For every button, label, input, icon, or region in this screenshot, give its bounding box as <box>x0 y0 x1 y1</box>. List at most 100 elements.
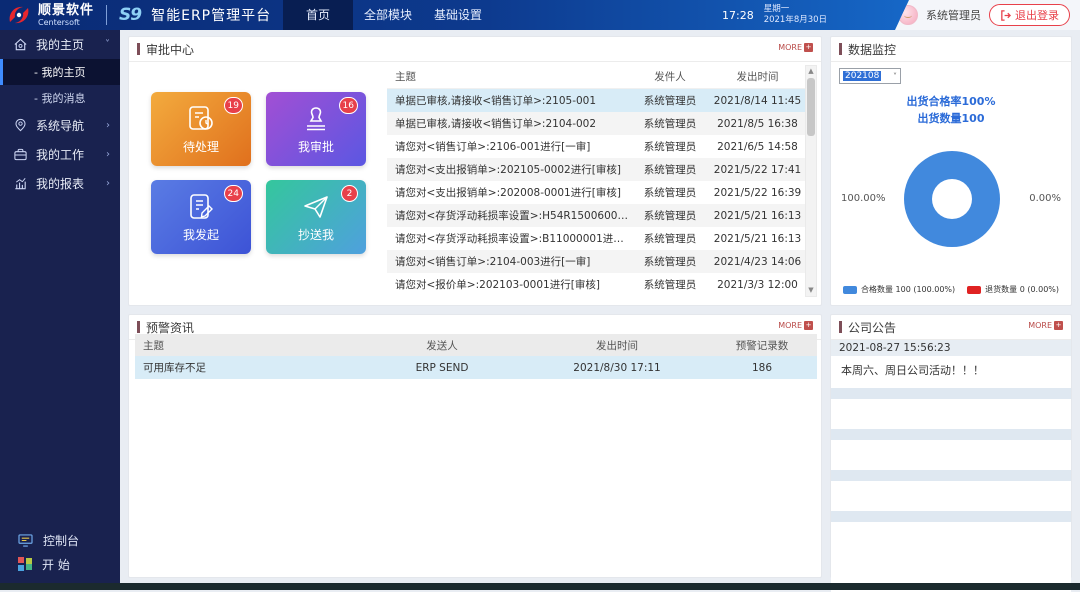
announcement-empty-row <box>831 399 1071 429</box>
col-time: 发出时间 <box>527 338 707 353</box>
more-label: MORE <box>778 321 802 330</box>
pass-rate-text: 出货合格率100% <box>831 93 1071 110</box>
scroll-down-arrow[interactable]: ▼ <box>806 285 816 296</box>
donut-hole <box>932 179 972 219</box>
sidebar-item-my-home[interactable]: 我的主页 ˅ <box>0 30 120 59</box>
announcement-empty-row <box>831 481 1071 511</box>
table-row[interactable]: 请您对<存货浮动耗损率设置>:B11000001进行[审核] 系统管理员 202… <box>387 227 805 250</box>
approval-scrollbar[interactable]: ▲ ▼ <box>805 65 817 297</box>
legend-label: 退货数量 0 (0.00%) <box>985 284 1059 295</box>
more-grid-icon: + <box>804 43 813 52</box>
table-row[interactable]: 请您对<报价单>:202103-0001进行[审核] 系统管理员 2021/3/… <box>387 273 805 296</box>
approval-table-header: 主题 发件人 发出时间 <box>387 65 805 89</box>
row-sender: 系统管理员 <box>630 162 710 177</box>
row-subject: 请您对<支出报销单>:202008-0001进行[审核] <box>387 185 630 200</box>
row-time: 2021/5/22 16:39 <box>710 187 805 199</box>
pin-icon <box>13 118 28 133</box>
data-monitor-title: 数据监控 <box>848 41 896 58</box>
chart-legend: 合格数量 100 (100.00%) 退货数量 0 (0.00%) <box>831 284 1071 295</box>
briefcase-icon <box>13 147 28 162</box>
alerts-table-header: 主题 发送人 发出时间 预警记录数 <box>135 334 817 356</box>
nav-all-modules[interactable]: 全部模块 <box>353 0 423 30</box>
alert-row[interactable]: 可用库存不足 ERP SEND 2021/8/30 17:11 186 <box>135 356 817 379</box>
console-icon <box>18 534 33 547</box>
col-count: 预警记录数 <box>707 338 817 353</box>
cc-count-badge: 2 <box>341 185 358 202</box>
nav-home[interactable]: 首页 <box>283 0 353 30</box>
approval-more-button[interactable]: MORE + <box>778 43 813 52</box>
tile-label: 我发起 <box>183 226 219 243</box>
row-sender: 系统管理员 <box>630 116 710 131</box>
alerts-more-button[interactable]: MORE + <box>778 321 813 330</box>
row-time: 2021/8/14 11:45 <box>710 95 805 107</box>
tile-my-approvals[interactable]: 16 我审批 <box>266 92 366 166</box>
sidebar-item-system-nav[interactable]: 系统导航 › <box>0 111 120 140</box>
logout-button[interactable]: 退出登录 <box>989 4 1070 26</box>
announcement-content[interactable]: 本周六、周日公司活动！！！ <box>831 356 1071 388</box>
table-row[interactable]: 请您对<支出报销单>:202008-0001进行[审核] 系统管理员 2021/… <box>387 181 805 204</box>
username-label: 系统管理员 <box>926 7 981 23</box>
scroll-thumb[interactable] <box>807 78 815 136</box>
alerts-title: 预警资讯 <box>146 319 194 336</box>
row-sender: 系统管理员 <box>630 93 710 108</box>
tile-label: 待处理 <box>183 138 219 155</box>
alert-subject: 可用库存不足 <box>135 360 357 375</box>
clock-area: 17:28 星期一 2021年8月30日 <box>722 0 827 30</box>
announcement-empty-row <box>831 511 1071 522</box>
tile-cc-to-me[interactable]: 2 抄送我 <box>266 180 366 254</box>
approval-center-panel: 审批中心 MORE + 19 待处理 16 我审批 24 我发起 2 抄送我 <box>128 36 822 306</box>
logo-en: Centersoft <box>38 19 94 27</box>
table-row[interactable]: 单据已审核,请接收<销售订单>:2105-001 系统管理员 2021/8/14… <box>387 89 805 112</box>
announcement-empty-row <box>831 470 1071 481</box>
period-select[interactable]: 202108 ˅ <box>839 68 901 84</box>
scroll-up-arrow[interactable]: ▲ <box>806 66 816 77</box>
sidebar-item-my-reports[interactable]: 我的报表 › <box>0 169 120 198</box>
start-button[interactable]: 开 始 <box>0 552 120 576</box>
chart-icon <box>13 176 28 191</box>
console-button[interactable]: 控制台 <box>0 528 120 552</box>
user-area: 系统管理员 退出登录 <box>895 0 1080 30</box>
row-time: 2021/5/22 17:41 <box>710 164 805 176</box>
legend-label: 合格数量 100 (100.00%) <box>861 284 955 295</box>
table-row[interactable]: 请您对<销售订单>:2104-003进行[一审] 系统管理员 2021/4/23… <box>387 250 805 273</box>
pending-doc-clock-icon <box>186 104 216 134</box>
row-subject: 请您对<销售订单>:2104-003进行[一审] <box>387 254 630 269</box>
chevron-right-icon: › <box>106 120 110 131</box>
chevron-down-icon: ˅ <box>893 72 897 81</box>
row-time: 2021/8/5 16:38 <box>710 118 805 130</box>
sidebar-item-label: 系统导航 <box>36 117 84 134</box>
approval-center-title: 审批中心 <box>146 41 194 58</box>
table-row[interactable]: 请您对<销售订单>:2106-001进行[一审] 系统管理员 2021/6/5 … <box>387 135 805 158</box>
sidebar-subitem-my-home[interactable]: - 我的主页 <box>0 59 120 85</box>
table-row[interactable]: 请您对<支出报销单>:202105-0002进行[审核] 系统管理员 2021/… <box>387 158 805 181</box>
sidebar-item-my-work[interactable]: 我的工作 › <box>0 140 120 169</box>
sidebar-subitem-my-messages[interactable]: - 我的消息 <box>0 85 120 111</box>
stamp-icon <box>301 104 331 134</box>
nav-basic-settings[interactable]: 基础设置 <box>423 0 493 30</box>
user-avatar[interactable] <box>898 5 918 25</box>
row-subject: 请您对<存货浮动耗损率设置>:H54R15006002进行[审核] <box>387 208 630 223</box>
row-sender: 系统管理员 <box>630 254 710 269</box>
announcement-date: 2021-08-27 15:56:23 <box>831 340 1071 356</box>
period-value: 202108 <box>843 71 881 81</box>
table-row[interactable]: 单据已审核,请接收<销售订单>:2104-002 系统管理员 2021/8/5 … <box>387 112 805 135</box>
alert-sender: ERP SEND <box>357 362 527 374</box>
col-subject: 主题 <box>135 338 357 353</box>
row-subject: 请您对<销售订单>:2106-001进行[一审] <box>387 139 630 154</box>
start-icon <box>18 557 32 571</box>
announcements-more-button[interactable]: MORE + <box>1028 321 1063 330</box>
tile-initiated-by-me[interactable]: 24 我发起 <box>151 180 251 254</box>
row-time: 2021/4/23 14:06 <box>710 256 805 268</box>
more-grid-icon: + <box>1054 321 1063 330</box>
col-subject: 主题 <box>387 69 630 84</box>
logo-divider <box>106 5 107 25</box>
app-title: 智能ERP管理平台 <box>151 5 271 25</box>
announcement-empty-row <box>831 522 1071 592</box>
tile-pending[interactable]: 19 待处理 <box>151 92 251 166</box>
alerts-table: 主题 发送人 发出时间 预警记录数 可用库存不足 ERP SEND 2021/8… <box>135 334 817 379</box>
row-sender: 系统管理员 <box>630 208 710 223</box>
table-row[interactable]: 请您对<存货浮动耗损率设置>:H54R15006002进行[审核] 系统管理员 … <box>387 204 805 227</box>
my-approvals-count-badge: 16 <box>339 97 358 114</box>
compose-doc-pencil-icon <box>186 192 216 222</box>
row-time: 2021/6/5 14:58 <box>710 141 805 153</box>
